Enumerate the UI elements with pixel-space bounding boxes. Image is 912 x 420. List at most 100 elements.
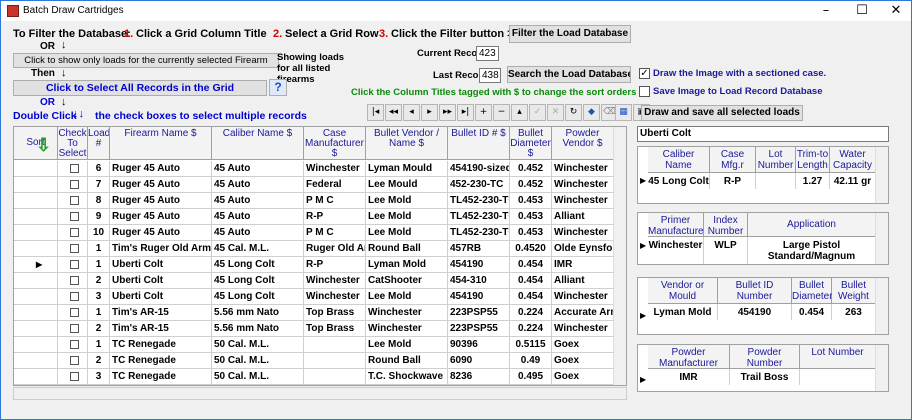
edit-icon[interactable]: ▴ xyxy=(511,104,528,121)
select-all-button[interactable]: Click to Select All Records in the Grid xyxy=(13,80,267,96)
case-header-trim: Trim-to Length xyxy=(796,147,830,173)
firearm-only-button[interactable]: Click to show only loads for the current… xyxy=(13,53,279,68)
check-cell[interactable] xyxy=(58,209,88,225)
apply-icon[interactable]: ◆ xyxy=(583,104,600,121)
refresh-icon[interactable]: ↻ xyxy=(565,104,582,121)
step3-number: 3. xyxy=(379,28,389,40)
post-icon[interactable]: ✓ xyxy=(529,104,546,121)
select-checkbox[interactable] xyxy=(70,308,79,317)
draw-save-button[interactable]: Draw and save all selected loads xyxy=(641,105,803,121)
select-checkbox[interactable] xyxy=(70,340,79,349)
last-record-field[interactable]: 438 xyxy=(479,68,501,83)
bullet-cell: Lee Mold xyxy=(366,337,448,353)
firearm-cell: Uberti Colt xyxy=(110,273,212,289)
bullet-id-cell: 223PSP55 xyxy=(448,321,510,337)
diameter-cell: 0.224 xyxy=(510,321,552,337)
select-checkbox[interactable] xyxy=(70,372,79,381)
firearm-name-field[interactable]: Uberti Colt xyxy=(637,126,889,142)
select-checkbox[interactable] xyxy=(70,180,79,189)
maximize-button[interactable]: ☐ xyxy=(847,2,877,20)
close-button[interactable]: ✕ xyxy=(881,2,911,20)
col-header-bullet[interactable]: Bullet Vendor / Name $ xyxy=(366,127,448,160)
primer-scrollbar[interactable] xyxy=(875,213,888,264)
case-mfr-cell: Winchester xyxy=(304,161,366,177)
first-record-icon[interactable]: |◂ xyxy=(367,104,384,121)
select-checkbox[interactable] xyxy=(70,212,79,221)
check-cell[interactable] xyxy=(58,161,88,177)
case-header-water: Water Capacity xyxy=(830,147,876,173)
check-cell[interactable] xyxy=(58,321,88,337)
select-checkbox[interactable] xyxy=(70,324,79,333)
check-cell[interactable] xyxy=(58,369,88,385)
col-header-load[interactable]: Load # xyxy=(88,127,110,160)
case-mfr-cell: Winchester xyxy=(304,289,366,305)
filter-button[interactable]: Filter the Load Database xyxy=(509,25,631,43)
prev-page-icon[interactable]: ◂◂ xyxy=(385,104,402,121)
col-header-powder[interactable]: Powder Vendor $ xyxy=(552,127,614,160)
minimize-button[interactable]: – xyxy=(811,2,841,20)
step3-text: Click the Filter button >> xyxy=(391,28,520,40)
col-header-bullet-id[interactable]: Bullet ID # $ xyxy=(448,127,510,160)
help-button[interactable]: ? xyxy=(269,79,287,96)
col-header-check[interactable]: Check To Select xyxy=(58,127,88,160)
load-cell: 2 xyxy=(88,321,110,337)
select-checkbox[interactable] xyxy=(70,196,79,205)
insert-icon[interactable]: + xyxy=(475,104,492,121)
diameter-cell: 0.49 xyxy=(510,353,552,369)
col-header-caliber[interactable]: Caliber Name $ xyxy=(212,127,304,160)
last-record-icon[interactable]: ▸| xyxy=(457,104,474,121)
select-checkbox[interactable] xyxy=(70,260,79,269)
case-mfr-cell: Ruger Old Army xyxy=(304,241,366,257)
grid-scrollbar[interactable] xyxy=(613,127,626,385)
cancel-icon[interactable]: ✕ xyxy=(547,104,564,121)
check-cell[interactable] xyxy=(58,273,88,289)
bullet-id-cell: TL452-230-TC xyxy=(448,225,510,241)
current-record-field[interactable]: 423 xyxy=(476,46,499,61)
primer-panel: Primer Manufacturer Index Number Applica… xyxy=(637,212,889,265)
check-cell[interactable] xyxy=(58,177,88,193)
double-click-label: Double Click xyxy=(13,110,77,122)
save-image-checkbox[interactable] xyxy=(639,86,650,97)
select-checkbox[interactable] xyxy=(70,228,79,237)
check-cell[interactable] xyxy=(58,305,88,321)
select-checkbox[interactable] xyxy=(70,276,79,285)
col-header-firearm[interactable]: Firearm Name $ xyxy=(110,127,212,160)
grid-view-icon[interactable]: ▦ xyxy=(615,104,632,121)
select-checkbox[interactable] xyxy=(70,292,79,301)
caliber-cell: 45 Cal. M.L. xyxy=(212,241,304,257)
powder-scrollbar[interactable] xyxy=(875,345,888,391)
loads-grid[interactable]: Sort ⇩ Check To Select Load # Firearm Na… xyxy=(13,126,627,386)
grid-horizontal-scrollbar[interactable] xyxy=(13,387,627,400)
search-button[interactable]: Search the Load Database xyxy=(507,66,631,83)
draw-sectioned-checkbox[interactable]: ✓ xyxy=(639,68,650,79)
primer-header-index: Index Number xyxy=(704,213,748,237)
bullet-scrollbar[interactable] xyxy=(875,278,888,334)
bullet-id-cell: TL452-230-TC xyxy=(448,193,510,209)
select-checkbox[interactable] xyxy=(70,164,79,173)
select-checkbox[interactable] xyxy=(70,356,79,365)
bullet-id-cell: 454190-sized xyxy=(448,161,510,177)
next-record-icon[interactable]: ▸ xyxy=(421,104,438,121)
powder-panel: Powder Manufacturer Powder Number Lot Nu… xyxy=(637,344,889,392)
check-cell[interactable] xyxy=(58,193,88,209)
next-page-icon[interactable]: ▸▸ xyxy=(439,104,456,121)
col-header-diameter[interactable]: Bullet Diameter $ xyxy=(510,127,552,160)
case-mfr-cell: Top Brass xyxy=(304,305,366,321)
load-cell: 8 xyxy=(88,193,110,209)
check-cell[interactable] xyxy=(58,337,88,353)
powder-cell: Accurate Arms xyxy=(552,305,614,321)
select-checkbox[interactable] xyxy=(70,244,79,253)
check-cell[interactable] xyxy=(58,353,88,369)
col-header-case[interactable]: Case Manufacturer $ xyxy=(304,127,366,160)
draw-sectioned-label: Draw the Image with a sectioned case. xyxy=(653,68,827,79)
prev-record-icon[interactable]: ◂ xyxy=(403,104,420,121)
delete-icon[interactable]: − xyxy=(493,104,510,121)
check-cell[interactable] xyxy=(58,225,88,241)
check-cell[interactable] xyxy=(58,289,88,305)
sort-cell xyxy=(14,321,58,337)
sort-cell xyxy=(14,305,58,321)
window-title: Batch Draw Cartridges xyxy=(23,5,124,16)
check-cell[interactable] xyxy=(58,241,88,257)
check-cell[interactable] xyxy=(58,257,88,273)
case-scrollbar[interactable] xyxy=(875,147,888,203)
